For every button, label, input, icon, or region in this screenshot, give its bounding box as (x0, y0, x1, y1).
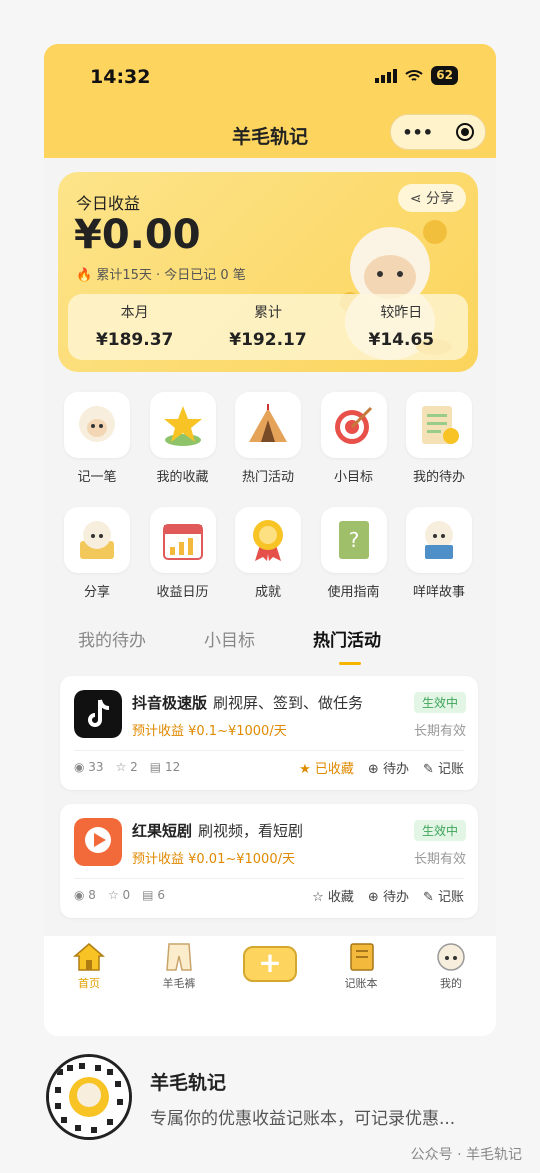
feature-grid: 记一笔 我的收藏 热门活动 小目标 我的待办 分享 收益日历 成就 ? 使用指南 … (58, 392, 478, 622)
mini-program-capsule: ••• (390, 114, 486, 150)
grid-item-favorites[interactable]: 我的收藏 (144, 392, 222, 485)
svg-text:?: ? (348, 528, 359, 552)
tabbar-notebook[interactable]: 记账本 (326, 942, 396, 991)
footer-title: 羊毛轨记 (150, 1072, 227, 1094)
record-icon: ▤ (149, 760, 165, 774)
pants-icon (166, 943, 192, 971)
tabbar-pants[interactable]: 羊毛裤 (144, 942, 214, 991)
grid-item-share[interactable]: 分享 (58, 507, 136, 600)
phone-screen: 14:32 62 羊毛轨记 ••• 今日收益 ¥0.00 🔥 累计15天 · 今… (44, 44, 496, 1036)
sheep-share-icon (80, 521, 114, 559)
header: 14:32 62 羊毛轨记 ••• (44, 44, 496, 158)
card-earning: 预计收益 ¥0.01~¥1000/天 (132, 852, 295, 867)
card-name: 抖音极速版 (132, 694, 208, 712)
battery-icon: 62 (431, 66, 458, 85)
tent-icon (249, 404, 287, 442)
favorite-button[interactable]: ☆ 收藏 (312, 886, 354, 905)
card-validity: 长期有效 (413, 724, 466, 739)
plus-circle-icon: ⊕ (367, 762, 383, 777)
grid-item-achievements[interactable]: 成就 (229, 507, 307, 600)
grid-item-hot-events[interactable]: 热门活动 (229, 392, 307, 485)
calendar-icon (162, 524, 203, 560)
tab-goals[interactable]: 小目标 (204, 626, 255, 651)
tab-hot-events[interactable]: 热门活动 (313, 626, 381, 665)
eye-icon: ◉ (74, 760, 89, 774)
card-earning: 预计收益 ¥0.1~¥1000/天 (132, 724, 287, 739)
record-icon: ▤ (142, 888, 158, 902)
sheep-story-icon (425, 521, 453, 559)
earnings-sub: 🔥 累计15天 · 今日已记 0 笔 (76, 268, 246, 283)
sheep-avatar-icon (437, 943, 465, 971)
plus-circle-icon: ⊕ (367, 890, 383, 905)
status-time: 14:32 (90, 66, 151, 88)
stat-total: 累计 ¥192.17 (229, 305, 307, 350)
status-badge: 生效中 (413, 820, 466, 841)
status-bar: 14:32 62 (90, 66, 458, 90)
favorite-button[interactable]: ★ 已收藏 (299, 758, 354, 777)
checklist-icon (422, 406, 459, 444)
signal-icon (375, 68, 398, 83)
card-actions: ☆ 收藏 ⊕ 待办 ✎ 记账 (312, 886, 464, 905)
more-button[interactable]: ••• (402, 123, 433, 142)
card-desc: 刷视屏、签到、做任务 (213, 694, 364, 712)
activity-card[interactable]: 抖音极速版 刷视屏、签到、做任务 预计收益 ¥0.1~¥1000/天 生效中 长期… (60, 676, 478, 790)
watermark: 公众号 · 羊毛轨记 (410, 1147, 522, 1163)
hongguo-logo-icon (74, 818, 122, 866)
bottom-tab-bar: 首页 羊毛裤 + 记账本 我的 (44, 936, 496, 1036)
sheep-note-icon (79, 406, 115, 442)
star-outline-icon: ☆ (312, 890, 328, 905)
content-tabs: 我的待办 小目标 热门活动 (78, 626, 458, 665)
star-icon (163, 406, 202, 446)
earnings-amount: ¥0.00 (74, 212, 201, 258)
card-actions: ★ 已收藏 ⊕ 待办 ✎ 记账 (299, 758, 464, 777)
earnings-card: 今日收益 ¥0.00 🔥 累计15天 · 今日已记 0 笔 ⋖ 分享 本月 ¥18… (58, 172, 478, 372)
grid-item-guide[interactable]: ? 使用指南 (315, 507, 393, 600)
notebook-icon (350, 943, 374, 971)
account-button[interactable]: ✎ 记账 (423, 886, 464, 905)
status-badge: 生效中 (413, 692, 466, 713)
star-outline-icon: ☆ (107, 888, 123, 902)
article-footer: 羊毛轨记 专属你的优惠收益记账本，可记录优惠... 公众号 · 羊毛轨记 (0, 1040, 540, 1173)
stat-month: 本月 ¥189.37 (95, 305, 174, 350)
medal-icon (253, 520, 283, 561)
grid-item-stories[interactable]: 咩咩故事 (400, 507, 478, 600)
douyin-logo-icon (74, 690, 122, 738)
star-filled-icon: ★ (299, 762, 315, 777)
card-meta: ◉ 33 ☆ 2 ▤ 12 (74, 760, 181, 774)
tab-todo[interactable]: 我的待办 (78, 626, 146, 651)
stat-vs-yesterday: 较昨日 ¥14.65 (368, 305, 435, 350)
card-name: 红果短剧 (132, 822, 193, 840)
edit-note-icon: ✎ (422, 762, 438, 777)
share-button[interactable]: ⋖ 分享 (397, 184, 466, 212)
wifi-icon (405, 69, 423, 81)
earnings-label: 今日收益 (76, 194, 141, 213)
eye-icon: ◉ (74, 888, 89, 902)
footer-desc: 专属你的优惠收益记账本，可记录优惠... (150, 1109, 456, 1129)
plus-icon: + (243, 946, 297, 982)
share-icon: ⋖ (409, 191, 426, 207)
target-icon (334, 406, 372, 444)
todo-button[interactable]: ⊕ 待办 (368, 886, 409, 905)
home-icon (72, 943, 106, 971)
guide-book-icon: ? (338, 521, 369, 559)
todo-button[interactable]: ⊕ 待办 (368, 758, 409, 777)
grid-item-todo[interactable]: 我的待办 (400, 392, 478, 485)
card-validity: 长期有效 (413, 852, 466, 867)
activity-card[interactable]: 红果短剧 刷视频，看短剧 预计收益 ¥0.01~¥1000/天 生效中 长期有效 … (60, 804, 478, 918)
qr-code-icon (46, 1054, 132, 1140)
grid-item-goals[interactable]: 小目标 (315, 392, 393, 485)
edit-note-icon: ✎ (422, 890, 438, 905)
card-meta: ◉ 8 ☆ 0 ▤ 6 (74, 888, 165, 902)
grid-item-record[interactable]: 记一笔 (58, 392, 136, 485)
grid-item-calendar[interactable]: 收益日历 (144, 507, 222, 600)
earnings-stats: 本月 ¥189.37 累计 ¥192.17 较昨日 ¥14.65 (68, 294, 468, 360)
card-desc: 刷视频，看短剧 (198, 822, 304, 840)
tabbar-mine[interactable]: 我的 (416, 942, 486, 991)
star-outline-icon: ☆ (115, 760, 131, 774)
tabbar-add[interactable]: + (235, 942, 305, 982)
tabbar-home[interactable]: 首页 (54, 942, 124, 991)
account-button[interactable]: ✎ 记账 (423, 758, 464, 777)
close-target-button[interactable] (455, 123, 474, 141)
